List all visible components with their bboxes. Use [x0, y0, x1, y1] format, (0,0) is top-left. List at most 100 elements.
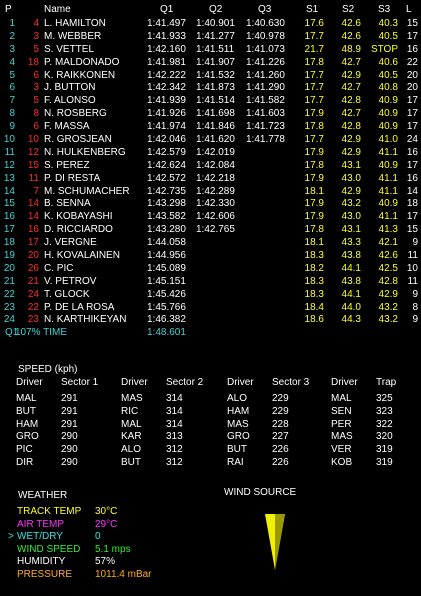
cell-s2: 42.7 [341, 108, 361, 120]
cell-p: 4 [9, 56, 15, 68]
cell-s1: 18.3 [304, 288, 324, 300]
speed-driver: GRO [227, 431, 250, 443]
weather-item: > WET/DRY 0 [0, 531, 200, 544]
cell-no: 10 [27, 134, 39, 146]
q1-107-label: 107% TIME [15, 327, 68, 339]
cell-p: 17 [3, 224, 15, 236]
cell-s2: 42.9 [341, 69, 361, 81]
speed-header: Driver [16, 377, 43, 388]
speed-value: 322 [376, 418, 393, 430]
cell-s3: 42.6 [378, 250, 398, 262]
speed-value: 314 [166, 418, 183, 430]
cell-no: 23 [27, 314, 39, 326]
cell-s1: 17.7 [304, 82, 324, 94]
cell-l: 20 [406, 69, 418, 81]
cell-name: H. KOVALAINEN [44, 250, 120, 262]
cell-l: 16 [406, 43, 418, 55]
cell-p: 5 [9, 69, 15, 81]
cell-s3: 43.2 [378, 314, 398, 326]
speed-row: DIR 290 BUT 312 RAI 226 KOB 319 [0, 457, 421, 470]
speed-value: 227 [272, 431, 289, 443]
cell-s1: 17.6 [304, 18, 324, 29]
cell-s3: 41.1 [378, 185, 398, 197]
table-row: 9 6 F. MASSA 1:41.974 1:41.846 1:41.723 17.8 42… [0, 121, 421, 134]
speed-driver: ALO [121, 444, 142, 456]
cell-l: 17 [406, 30, 418, 42]
speed-value: 226 [272, 457, 289, 468]
cell-s2: 43.8 [341, 275, 361, 287]
cell-q1: 1:43.298 [147, 198, 186, 210]
speed-row: HAM 291 MAL 314 MAS 228 PER 322 [0, 419, 421, 432]
cell-no: 6 [33, 69, 39, 81]
speed-value: 229 [272, 405, 289, 417]
cell-s2: 43.2 [341, 198, 361, 210]
cell-s3: 41.0 [378, 134, 398, 146]
cell-l: 17 [406, 108, 418, 120]
speed-driver: RIC [121, 405, 139, 417]
table-row: 22 24 T. GLOCK 1:45.426 18.3 44.1 42.9 9 [0, 289, 421, 302]
cell-s3: 40.8 [378, 82, 398, 94]
cell-l: 16 [406, 172, 418, 184]
cell-name: T. GLOCK [44, 288, 90, 300]
cell-q2: 1:42.289 [196, 185, 235, 197]
cell-q3: 1:41.778 [246, 134, 285, 146]
table-row: 1 4 L. HAMILTON 1:41.497 1:40.901 1:40.630 17.… [0, 18, 421, 31]
cell-p: 23 [3, 301, 15, 313]
cell-l: 11 [407, 250, 418, 262]
speed-value: 226 [272, 444, 289, 456]
cell-l: 17 [406, 211, 418, 223]
speed-header: Trap [376, 377, 397, 388]
table-row: 14 7 M. SCHUMACHER 1:42.735 1:42.289 18.1 42.9… [0, 186, 421, 199]
cell-q1: 1:43.582 [147, 211, 186, 223]
weather-value: 29°C [95, 518, 118, 530]
table-row: 23 22 P. DE LA ROSA 1:45.766 18.4 44.0 43.2 8 [0, 302, 421, 315]
table-row: 17 16 D. RICCIARDO 1:43.280 1:42.765 17.8 43.1… [0, 224, 421, 237]
cell-q2: 1:40.901 [196, 18, 235, 29]
cell-name: R. GROSJEAN [44, 134, 112, 146]
cell-p: 6 [9, 82, 15, 94]
cell-s1: 17.7 [304, 69, 324, 81]
table-row: 8 8 N. ROSBERG 1:41.926 1:41.698 1:41.603 17.9… [0, 108, 421, 121]
weather-item: WIND SPEED 5.1 mps [0, 544, 200, 557]
table-row: 10 10 R. GROSJEAN 1:42.046 1:41.620 1:41.778 1… [0, 134, 421, 147]
cell-s1: 17.9 [304, 146, 324, 158]
speed-driver: HAM [16, 418, 39, 430]
cell-l: 11 [407, 275, 418, 287]
table-row: 6 3 J. BUTTON 1:42.342 1:41.873 1:41.290 17.7 4… [0, 82, 421, 95]
cell-q1: 1:41.939 [147, 95, 186, 107]
speed-row: GRO 290 KAR 313 GRO 227 MAS 320 [0, 431, 421, 444]
cell-q2: 1:41.620 [196, 134, 235, 146]
cell-s1: 17.8 [304, 224, 324, 236]
q1-107-value: 1:48.601 [147, 327, 186, 339]
header-q3: Q3 [258, 4, 272, 15]
cell-s3: 41.1 [378, 172, 398, 184]
cell-p: 15 [3, 198, 15, 210]
cell-l: 9 [412, 288, 418, 300]
cell-no: 16 [27, 224, 39, 236]
speed-driver: BUT [121, 457, 141, 468]
cell-p: 22 [3, 288, 15, 300]
cell-q1: 1:41.981 [147, 56, 186, 68]
cell-s1: 17.7 [304, 95, 324, 107]
cell-no: 14 [27, 211, 39, 223]
cell-q2: 1:42.606 [196, 211, 235, 223]
cell-name: P. DE LA ROSA [44, 301, 115, 313]
speed-driver: BUT [16, 405, 36, 417]
cell-s1: 18.3 [304, 275, 324, 287]
cell-s1: 18.1 [304, 237, 324, 249]
table-row: 3 5 S. VETTEL 1:42.160 1:41.511 1:41.073 21.7 4… [0, 44, 421, 57]
cell-s3: 40.9 [378, 198, 398, 210]
cell-p: 21 [3, 275, 15, 287]
cell-p: 11 [4, 146, 15, 158]
speed-driver: RAI [227, 457, 244, 468]
cell-p: 9 [9, 121, 15, 133]
cell-no: 3 [33, 82, 39, 94]
weather-label: WET/DRY [17, 531, 63, 543]
weather-label: TRACK TEMP [17, 506, 82, 517]
weather-value: 57% [95, 556, 116, 568]
table-row: 2 3 M. WEBBER 1:41.933 1:41.277 1:40.978 17.7 4… [0, 31, 421, 44]
cell-no: 18 [27, 56, 39, 68]
cell-name: N. KARTHIKEYAN [44, 314, 127, 326]
cell-s3: 40.9 [378, 121, 398, 133]
table-row: 24 23 N. KARTHIKEYAN 1:46.382 18.6 44.3 43.2 9 [0, 314, 421, 327]
